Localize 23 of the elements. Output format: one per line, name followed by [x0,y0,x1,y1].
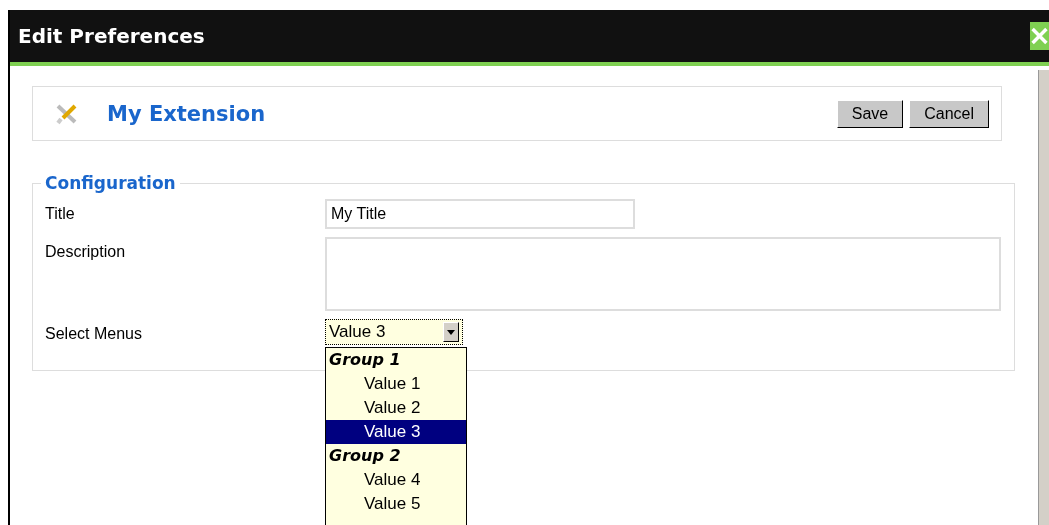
dropdown-option[interactable]: Value 2 [326,396,466,420]
option-group-label: Group 1 [328,349,402,371]
description-field[interactable] [325,237,1001,311]
field-label: Title [45,204,76,224]
field-label: Select Menus [45,324,143,344]
select-menu[interactable]: Value 3 [325,319,463,345]
close-button[interactable] [1030,22,1049,50]
scrollbar[interactable] [1038,70,1049,525]
dialog-button[interactable]: Cancel [909,99,989,128]
dropdown-option[interactable]: Value 4 [326,468,466,492]
dropdown-option[interactable]: Value 1 [326,372,466,396]
dialog-button[interactable]: Save [836,99,904,128]
field-label: Description [45,242,127,262]
option-group-label: Group 2 [328,445,402,467]
dropdown-arrow-icon [447,329,455,335]
window-title: Edit Preferences [17,24,205,48]
close-icon [1030,25,1049,47]
tools-icon [55,102,79,125]
title-field[interactable]: My Title [325,199,635,229]
extension-title: My Extension [107,101,267,126]
dropdown-option[interactable]: Value 5 [326,492,466,516]
group-legend: Configuration [41,173,180,193]
dropdown-option[interactable]: Value 3 [326,420,466,444]
